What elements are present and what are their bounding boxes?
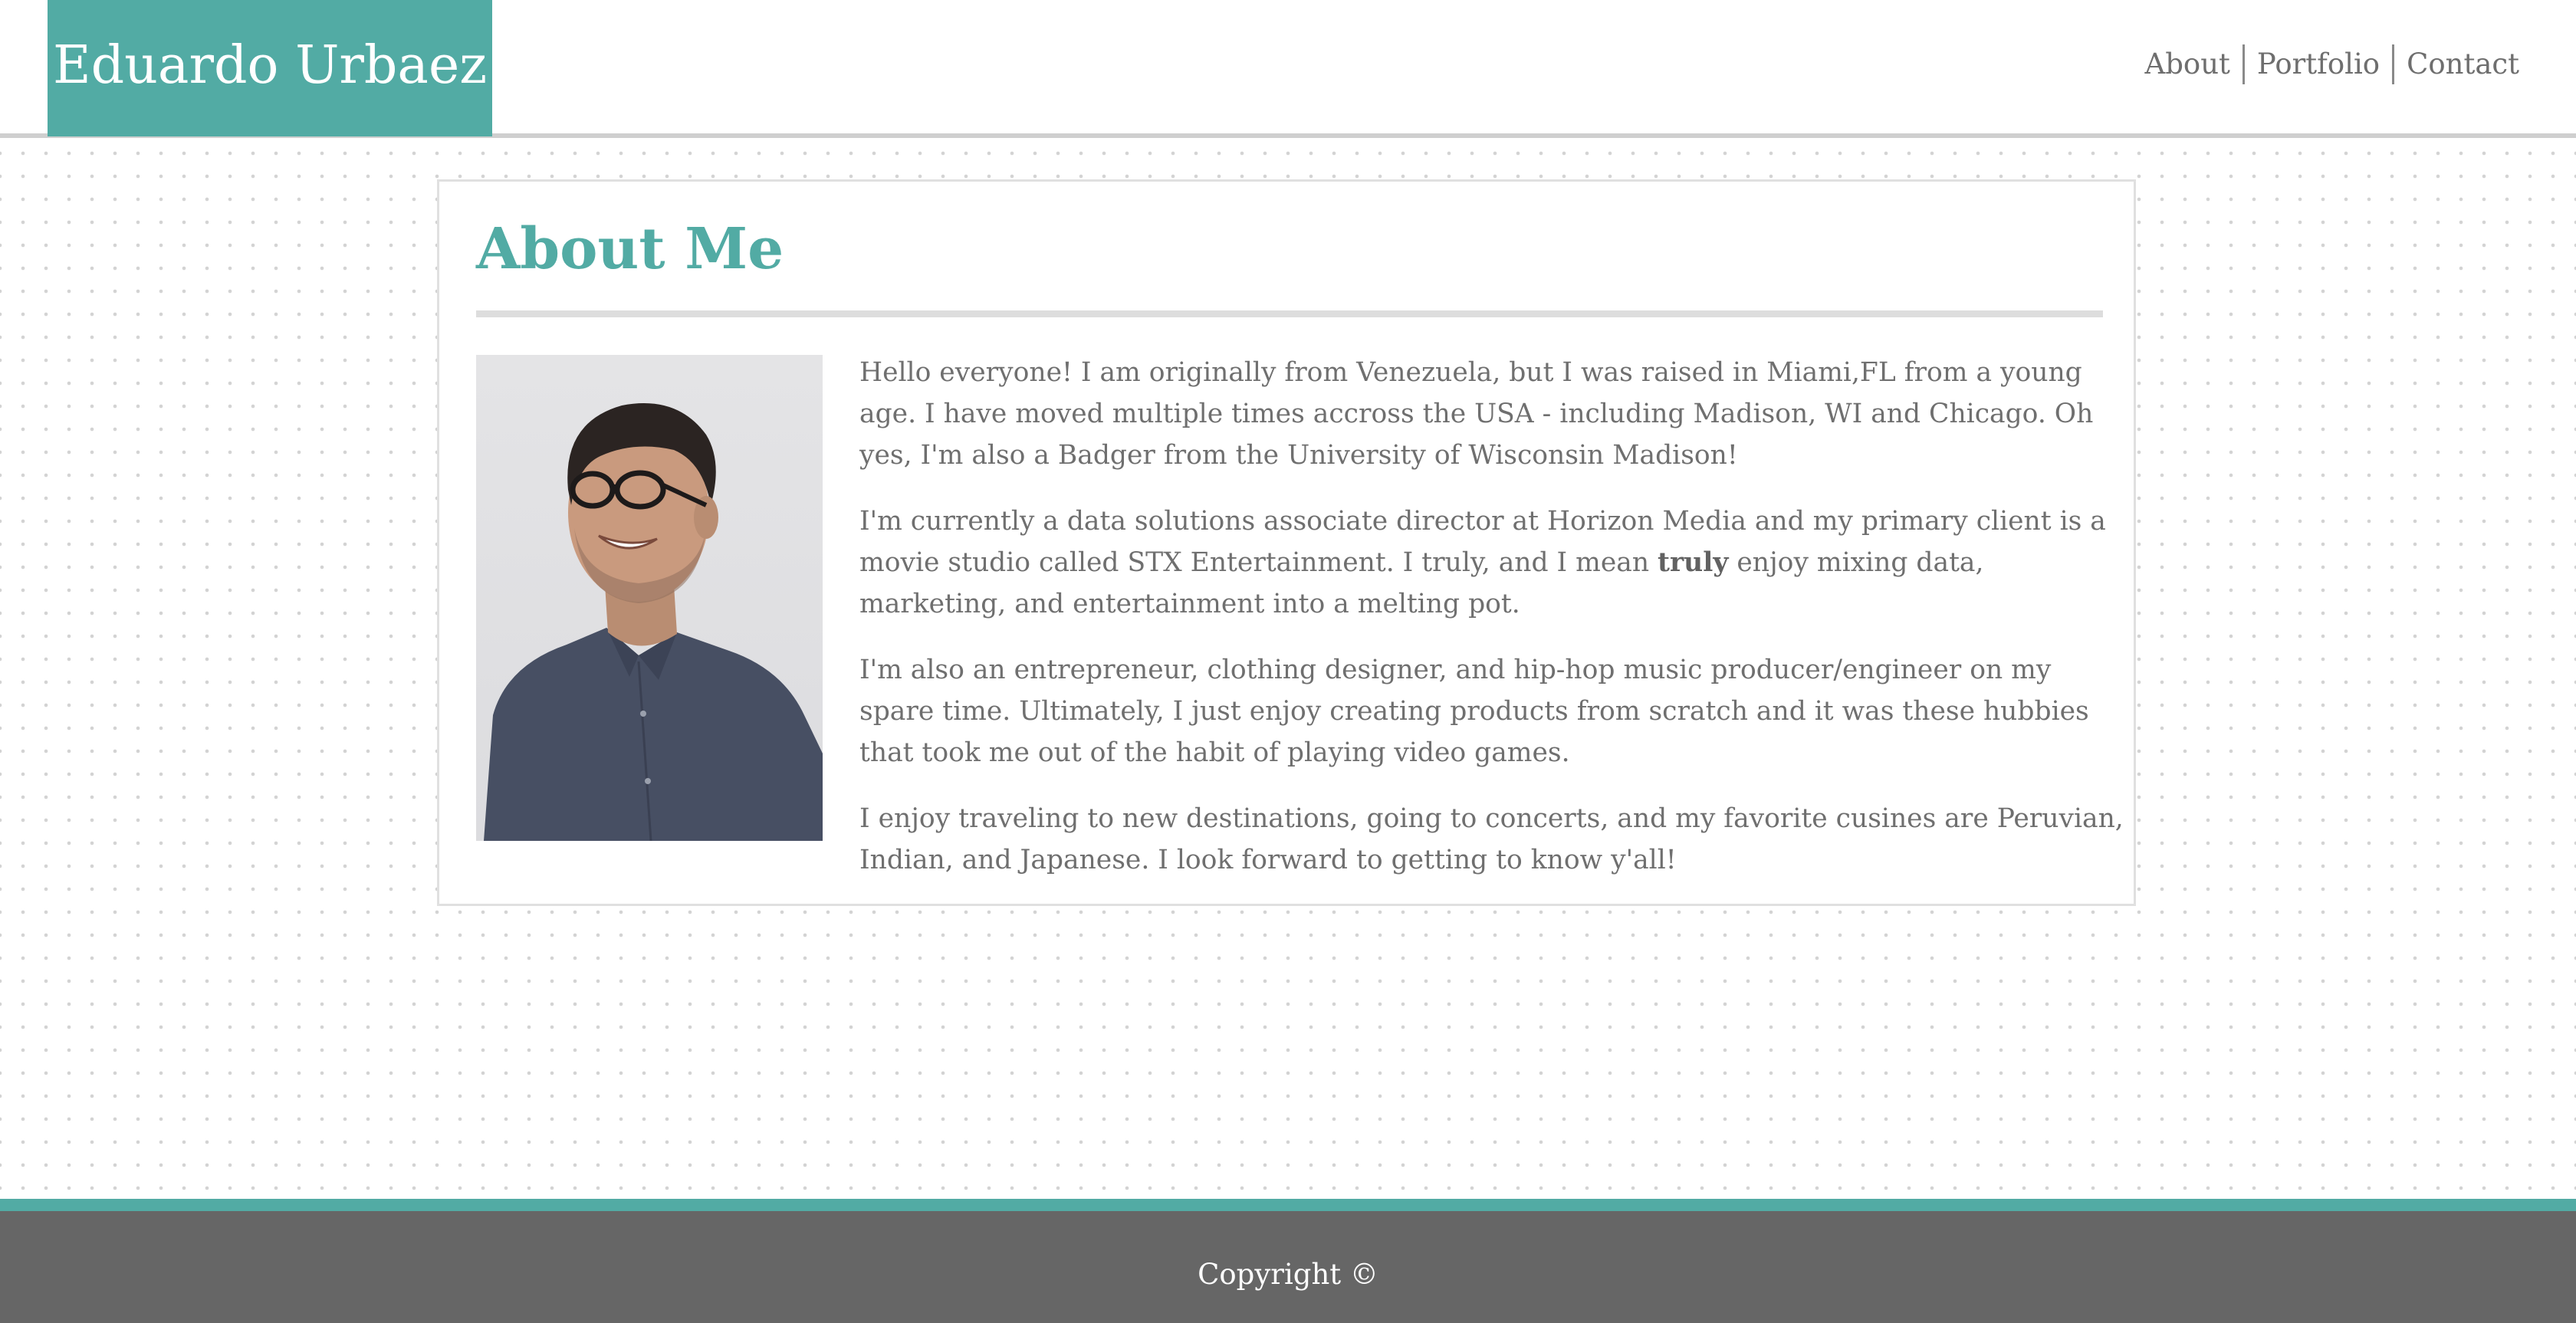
site-footer: Copyright ©	[0, 1199, 2576, 1323]
main-nav: About Portfolio Contact	[2133, 44, 2519, 84]
about-paragraph-3: I'm also an entrepreneur, clothing desig…	[859, 655, 2089, 768]
about-paragraph-1: Hello everyone! I am originally from Ven…	[859, 357, 2094, 471]
portrait-illustration	[484, 403, 823, 841]
page-title: About Me	[476, 216, 784, 282]
about-paragraph-2: I'm currently a data solutions associate…	[859, 501, 2124, 625]
about-card: About Me Hello everyone! I am originally…	[437, 179, 2136, 906]
nav-link-about[interactable]: About	[2133, 44, 2242, 84]
profile-photo	[476, 355, 823, 841]
title-divider	[476, 310, 2103, 317]
copyright-text: Copyright ©	[1198, 1258, 1378, 1291]
site-brand[interactable]: Eduardo Urbaez	[48, 0, 492, 136]
about-text: Hello everyone! I am originally from Ven…	[859, 352, 2124, 905]
emphasis-truly: truly	[1658, 547, 1729, 578]
site-header: Eduardo Urbaez About Portfolio Contact	[0, 0, 2576, 138]
nav-link-contact[interactable]: Contact	[2392, 44, 2519, 84]
about-paragraph-4: I enjoy traveling to new destinations, g…	[859, 803, 2124, 875]
nav-link-portfolio[interactable]: Portfolio	[2242, 44, 2392, 84]
